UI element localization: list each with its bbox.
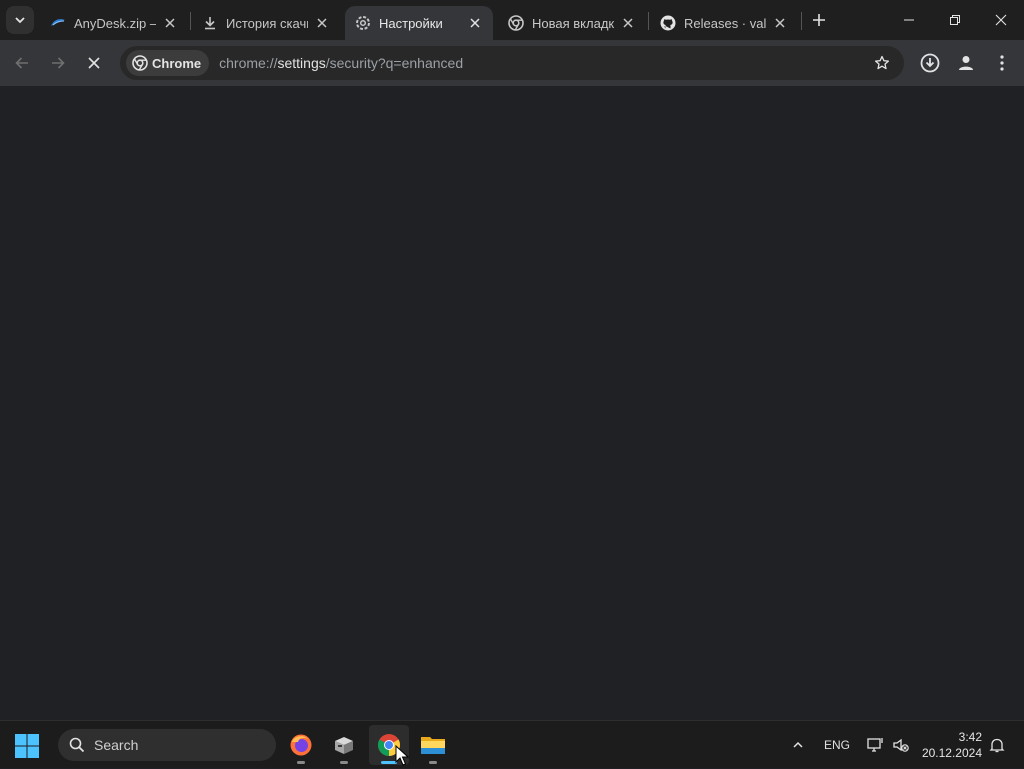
tab-separator (648, 12, 649, 30)
running-indicator (340, 761, 348, 764)
menu-button[interactable] (988, 49, 1016, 77)
volume-button[interactable] (888, 721, 914, 769)
person-icon (959, 56, 973, 70)
new-tab-button[interactable] (808, 9, 830, 31)
chevron-up-icon (793, 741, 803, 748)
stop-loading-button[interactable] (80, 49, 108, 77)
close-icon[interactable] (162, 15, 178, 31)
url-path: /security?q=enhanced (325, 55, 464, 71)
tab-title: Releases · valin (684, 15, 766, 31)
download-circle-icon (920, 53, 940, 73)
downloads-button[interactable] (916, 49, 944, 77)
taskbar-app-package[interactable] (324, 725, 364, 765)
file-explorer-icon (421, 737, 445, 754)
restore-icon (950, 15, 960, 25)
forward-button[interactable] (44, 49, 72, 77)
settings-gear-icon (355, 15, 371, 31)
bell-icon (989, 738, 1005, 753)
taskbar-app-file-explorer[interactable] (413, 725, 453, 765)
search-icon (68, 736, 86, 754)
anydesk-icon (50, 15, 66, 31)
tab-downloads[interactable]: История скачи (192, 6, 340, 40)
tab-new-tab[interactable]: Новая вкладка (498, 6, 646, 40)
language-indicator[interactable]: ENG (818, 721, 856, 769)
clock-date: 20.12.2024 (921, 746, 982, 760)
tab-anydesk[interactable]: AnyDesk.zip — (40, 6, 188, 40)
network-icon (867, 738, 883, 752)
chevron-down-icon (15, 17, 25, 24)
url-text[interactable]: chrome://settings/security?q=enhanced (219, 55, 463, 71)
download-icon (202, 15, 218, 31)
back-button[interactable] (8, 49, 36, 77)
github-icon (660, 15, 676, 31)
mouse-cursor-icon (395, 745, 409, 766)
close-icon[interactable] (467, 15, 483, 31)
tab-settings[interactable]: Настройки (345, 6, 493, 40)
minimize-button[interactable] (886, 0, 932, 40)
clock[interactable]: 3:42 20.12.2024 (920, 729, 982, 761)
arrow-right-icon (52, 57, 65, 69)
tab-strip: AnyDesk.zip — История скачи Настройки Но… (0, 0, 1024, 40)
close-icon[interactable] (314, 15, 330, 31)
url-host: settings (277, 55, 326, 71)
notifications-button[interactable] (984, 721, 1010, 769)
taskbar-app-firefox[interactable] (281, 725, 321, 765)
tab-github-releases[interactable]: Releases · valin (650, 6, 798, 40)
tab-title: Новая вкладка (532, 15, 614, 31)
tab-separator (801, 12, 802, 30)
tab-search-button[interactable] (6, 6, 34, 34)
clock-time: 3:42 (958, 730, 982, 744)
close-window-button[interactable] (978, 0, 1024, 40)
minimize-icon (904, 19, 914, 21)
restore-button[interactable] (932, 0, 978, 40)
chrome-icon (508, 15, 524, 31)
url-prefix: chrome:// (219, 55, 278, 71)
chrome-icon (132, 55, 148, 71)
page-content (0, 86, 1024, 720)
package-icon (335, 737, 353, 754)
close-icon[interactable] (620, 15, 636, 31)
more-vertical-icon (1000, 55, 1004, 71)
show-hidden-icons-button[interactable] (786, 721, 810, 769)
close-icon (995, 14, 1007, 26)
tab-title: История скачи (226, 15, 308, 31)
arrow-left-icon (15, 57, 28, 69)
chip-label: Chrome (152, 55, 202, 71)
address-bar[interactable]: Chrome chrome://settings/security?q=enha… (120, 46, 904, 80)
close-icon (88, 57, 100, 69)
profile-button[interactable] (952, 49, 980, 77)
star-icon (874, 55, 890, 70)
windows-logo-icon (15, 734, 39, 758)
running-indicator (429, 761, 437, 764)
firefox-icon (290, 734, 312, 756)
running-indicator (297, 761, 305, 764)
tab-title: AnyDesk.zip — (74, 15, 156, 31)
plus-icon (813, 14, 825, 26)
taskbar-search[interactable]: Search (58, 729, 276, 761)
close-icon[interactable] (772, 15, 788, 31)
chrome-site-chip[interactable]: Chrome (126, 50, 210, 76)
tab-title: Настройки (379, 15, 443, 31)
taskbar: Search ENG 3:42 20.12.2024 (0, 720, 1024, 768)
start-button[interactable] (14, 733, 40, 759)
tab-separator (190, 12, 191, 30)
network-status-button[interactable] (862, 721, 888, 769)
volume-muted-icon (893, 738, 909, 752)
bookmark-button[interactable] (872, 53, 892, 73)
search-placeholder: Search (94, 737, 139, 753)
